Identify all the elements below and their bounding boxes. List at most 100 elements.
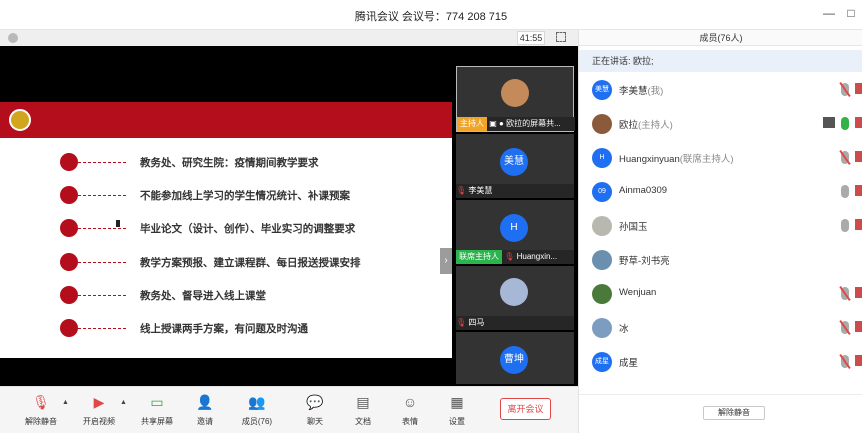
member-name-block: Ainma0309 <box>619 185 667 196</box>
minimize-button[interactable]: — <box>822 6 836 20</box>
mic-icon[interactable] <box>841 219 849 232</box>
mouse-cursor-icon <box>116 220 120 227</box>
avatar: 09 <box>592 182 612 202</box>
member-name-block: 孙国玉 <box>619 219 648 233</box>
slide-item: 教务处、研究生院：疫情期间教学要求 <box>60 153 452 173</box>
slide-item-text: 教务处、研究生院：疫情期间教学要求 <box>140 157 319 169</box>
muted-mic-icon[interactable] <box>841 321 849 334</box>
leave-meeting-button[interactable]: 离开会议 <box>500 398 551 420</box>
avatar <box>592 216 612 236</box>
share-screen-label: 共享屏幕 <box>141 417 173 426</box>
muted-mic-icon[interactable] <box>841 151 849 164</box>
chat-button[interactable]: 💬 聊天 <box>290 393 340 427</box>
screen-share-icon <box>823 117 835 128</box>
meeting-timer: 41:55 <box>517 31 545 45</box>
slide-item-text: 不能参加线上学习的学生情况统计、补课预案 <box>140 190 350 202</box>
member-row[interactable]: 09 Ainma0309 <box>579 175 862 209</box>
video-options-caret-icon[interactable]: ▲ <box>120 399 127 406</box>
member-row[interactable]: 冰 <box>579 311 862 345</box>
video-tile[interactable]: 🎙 四马 <box>456 266 574 330</box>
avatar: H <box>592 148 612 168</box>
members-panel: 成员(76人) 正在讲话: 欧拉; 美慧 李美慧(我) 欧拉(主持人) H Hu… <box>578 30 862 433</box>
host-badge: 主持人 <box>457 117 487 131</box>
share-screen-button[interactable]: ▭ 共享屏幕 <box>132 393 182 427</box>
title-bar: 腾讯会议 会议号：774 208 715 — □ <box>0 0 862 30</box>
members-label: 成员(76) <box>241 417 273 426</box>
unmute-label: 解除静音 <box>25 417 57 426</box>
main-stage: 41:55 教务处、研究生院：疫情期间教学要求 不能参加线上学习的学生情况统计、… <box>0 30 578 433</box>
member-role: (主持人) <box>638 120 673 131</box>
tile-name: 四马 <box>468 318 485 327</box>
member-role: (联席主持人) <box>679 154 734 165</box>
video-off-icon <box>855 219 862 230</box>
video-off-icon <box>855 355 862 366</box>
cohost-badge: 联席主持人 <box>456 250 502 264</box>
invite-label: 邀请 <box>197 417 213 426</box>
video-off-icon <box>855 287 862 298</box>
bullet-dot-icon <box>60 253 78 271</box>
member-row[interactable]: Wenjuan <box>579 277 862 311</box>
slide-item: 教务处、督导进入线上课堂 <box>60 286 452 306</box>
bullet-connector <box>78 328 126 329</box>
video-off-icon <box>855 83 862 94</box>
meeting-toolbar: 🎙 解除静音 ▲ ▶ 开启视频 ▲ ▭ 共享屏幕 👤 邀请 👥 成员(76) 💬… <box>0 386 578 433</box>
member-name: 野草-刘书亮 <box>619 256 670 267</box>
slide-item: 教学方案预报、建立课程群、每日报送授课安排 <box>60 253 452 273</box>
members-button[interactable]: 👥 成员(76) <box>232 393 282 427</box>
member-row[interactable]: 野草-刘书亮 <box>579 243 862 277</box>
mic-on-icon[interactable] <box>841 117 849 130</box>
bullet-dot-icon <box>60 219 78 237</box>
member-row[interactable]: 成星 成星 <box>579 345 862 379</box>
muted-mic-icon[interactable] <box>841 83 849 96</box>
emoji-button[interactable]: ☺ 表情 <box>385 393 435 427</box>
video-off-icon <box>855 151 862 162</box>
video-tile[interactable]: 美慧 🎙 李美慧 <box>456 134 574 198</box>
shared-slide: 教务处、研究生院：疫情期间教学要求 不能参加线上学习的学生情况统计、补课预案 毕… <box>0 102 452 358</box>
slide-header-band <box>0 102 452 138</box>
start-video-button[interactable]: ▶ 开启视频 <box>74 393 124 427</box>
settings-label: 设置 <box>449 417 465 426</box>
members-panel-title: 成员(76人) <box>579 30 862 46</box>
muted-mic-icon[interactable] <box>841 287 849 300</box>
mic-icon[interactable] <box>841 185 849 198</box>
slide-item-text: 毕业论文（设计、创作）、毕业实习的调整要求 <box>140 223 356 235</box>
muted-mic-icon: 🎙 <box>456 318 467 327</box>
avatar <box>592 114 612 134</box>
member-role: (我) <box>647 86 664 97</box>
member-row[interactable]: H Huangxinyuan(联席主持人) <box>579 141 862 175</box>
member-name-block: 成星 <box>619 355 638 369</box>
video-tile[interactable]: 曹坤 <box>456 332 574 384</box>
member-name-block: 欧拉(主持人) <box>619 117 673 131</box>
muted-mic-icon[interactable] <box>841 355 849 368</box>
maximize-button[interactable]: □ <box>844 6 858 20</box>
member-row[interactable]: 孙国玉 <box>579 209 862 243</box>
member-row[interactable]: 欧拉(主持人) <box>579 107 862 141</box>
member-name: Wenjuan <box>619 287 657 298</box>
tile-name: Huangxin... <box>516 252 558 261</box>
unmute-all-button[interactable]: 解除静音 <box>703 406 765 420</box>
video-off-icon: ▶ <box>93 394 105 410</box>
video-tile[interactable]: H 联席主持人 🎙 Huangxin... <box>456 200 574 264</box>
invite-button[interactable]: 👤 邀请 <box>180 393 230 427</box>
member-name-block: Huangxinyuan(联席主持人) <box>619 151 734 165</box>
video-tile[interactable]: 主持人 ▣ ● 欧拉的屏幕共... <box>456 66 575 132</box>
member-name-block: 冰 <box>619 321 629 335</box>
collapse-tiles-button[interactable]: › <box>440 248 452 274</box>
unmute-button[interactable]: 🎙 解除静音 <box>16 393 66 427</box>
mic-options-caret-icon[interactable]: ▲ <box>62 399 69 406</box>
bullet-connector <box>78 228 126 229</box>
docs-button[interactable]: ▤ 文档 <box>338 393 388 427</box>
member-row[interactable]: 美慧 李美慧(我) <box>579 73 862 107</box>
speaking-indicator: 正在讲话: 欧拉; <box>579 50 862 72</box>
bullet-dot-icon <box>60 186 78 204</box>
invite-icon: 👤 <box>196 394 214 410</box>
slide-item-text: 线上授课两手方案，有问题及时沟通 <box>140 323 308 335</box>
member-name: 李美慧 <box>619 86 648 97</box>
tile-caption: 主持人 ▣ ● 欧拉的屏幕共... <box>457 117 575 131</box>
muted-mic-icon: 🎙 <box>504 252 515 261</box>
member-name-block: 李美慧(我) <box>619 83 663 97</box>
members-icon: 👥 <box>248 394 266 410</box>
fullscreen-icon[interactable] <box>556 32 566 42</box>
settings-button[interactable]: ▦ 设置 <box>432 393 482 427</box>
bullet-dot-icon <box>60 286 78 304</box>
